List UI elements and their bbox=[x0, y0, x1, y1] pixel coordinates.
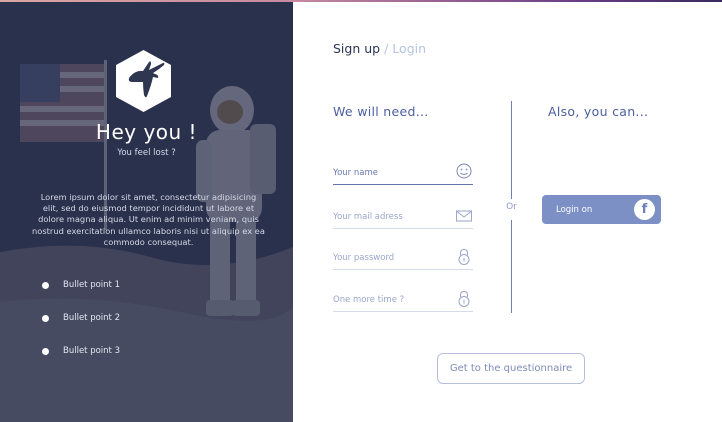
facebook-login-label: Login on bbox=[556, 204, 593, 215]
bullet-dot-icon bbox=[42, 315, 49, 322]
antelope-hexagon-logo bbox=[116, 50, 171, 112]
hero-subtitle: You feel lost ? bbox=[117, 148, 176, 158]
bullet-item: Bullet point 3 bbox=[42, 346, 120, 379]
bullet-dot-icon bbox=[42, 348, 49, 355]
name-input[interactable] bbox=[333, 165, 451, 181]
bullet-item: Bullet point 1 bbox=[42, 280, 120, 313]
bullet-label: Bullet point 3 bbox=[63, 346, 120, 356]
password-field bbox=[333, 248, 473, 270]
lock-icon bbox=[458, 248, 470, 265]
smiley-icon bbox=[456, 163, 472, 179]
password-input[interactable] bbox=[333, 250, 451, 266]
hero-panel: Hey you ! You feel lost ? Lorem ipsum do… bbox=[0, 2, 293, 422]
questionnaire-button[interactable]: Get to the questionnaire bbox=[437, 353, 585, 384]
bullet-item: Bullet point 2 bbox=[42, 313, 120, 346]
facebook-icon: f bbox=[634, 199, 655, 220]
lock-icon bbox=[458, 290, 470, 307]
email-field bbox=[333, 207, 473, 229]
confirm-password-input[interactable] bbox=[333, 292, 451, 308]
bullet-list: Bullet point 1 Bullet point 2 Bullet poi… bbox=[42, 280, 120, 379]
tab-separator: / bbox=[384, 41, 389, 56]
hero-description: Lorem ipsum dolor sit amet, consectetur … bbox=[32, 192, 265, 247]
vertical-divider-bottom bbox=[511, 220, 512, 313]
vertical-divider-top bbox=[511, 101, 512, 199]
bullet-label: Bullet point 1 bbox=[63, 280, 120, 290]
bullet-label: Bullet point 2 bbox=[63, 313, 120, 323]
hero-title: Hey you ! bbox=[95, 120, 198, 144]
name-field bbox=[333, 163, 473, 185]
tab-login[interactable]: Login bbox=[392, 41, 426, 56]
confirm-password-field bbox=[333, 290, 473, 312]
auth-tabs: Sign up / Login bbox=[333, 41, 426, 56]
bullet-dot-icon bbox=[42, 282, 49, 289]
email-input[interactable] bbox=[333, 209, 451, 225]
or-label: Or bbox=[506, 202, 517, 212]
social-heading: Also, you can... bbox=[548, 104, 649, 119]
tab-signup[interactable]: Sign up bbox=[333, 41, 380, 56]
envelope-icon bbox=[456, 210, 472, 222]
form-heading: We will need... bbox=[333, 104, 429, 119]
facebook-login-button[interactable]: Login on f bbox=[542, 195, 661, 224]
